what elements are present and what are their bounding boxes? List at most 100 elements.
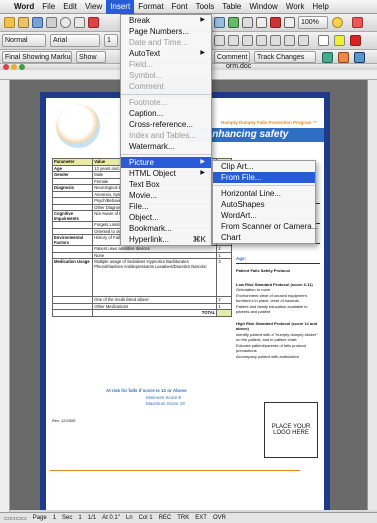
status-page-number: 1 (52, 515, 57, 521)
menu-table[interactable]: Table (218, 0, 245, 14)
help-icon[interactable] (332, 17, 343, 28)
humpty-dumpty-illustration (56, 104, 100, 148)
numbering-icon[interactable] (256, 35, 267, 46)
save-icon[interactable] (32, 17, 43, 28)
menu-separator (213, 185, 315, 186)
accept-change-icon[interactable] (322, 52, 333, 63)
status-ovr[interactable]: OVR (213, 515, 226, 521)
total-cell[interactable] (216, 309, 232, 317)
revision-date: Rev. 12/2005 (52, 418, 76, 423)
reject-change-icon[interactable] (338, 52, 349, 63)
menu-item-file[interactable]: File... (121, 201, 211, 212)
status-bar: ▭▭▭▭ Page 1 Sec 1 1/1 At 0.1" Ln Col 1 R… (0, 512, 377, 523)
picture-submenu: Clip Art... From File... Horizontal Line… (212, 160, 318, 244)
show-button[interactable]: Show (76, 51, 106, 63)
menu-help[interactable]: Help (308, 0, 332, 14)
menu-item-autotext[interactable]: AutoText ▶ (121, 48, 211, 59)
cut-icon[interactable] (88, 17, 99, 28)
menu-view[interactable]: View (81, 0, 106, 14)
show-hide-icon[interactable] (284, 17, 295, 28)
menu-font[interactable]: Font (168, 0, 192, 14)
comment-button[interactable]: Comment (214, 51, 250, 63)
vertical-ruler[interactable] (0, 80, 10, 520)
menu-item-comment[interactable]: Comment (121, 81, 211, 92)
status-ext[interactable]: EXT (195, 515, 207, 521)
menu-file[interactable]: File (38, 0, 59, 14)
align-right-icon[interactable] (228, 35, 239, 46)
total-label: TOTAL (92, 309, 218, 317)
font-select[interactable]: Arial (50, 34, 100, 47)
menu-item-caption[interactable]: Caption... (121, 108, 211, 119)
menu-item-object[interactable]: Object... (121, 212, 211, 223)
menu-item-text-box[interactable]: Text Box (121, 179, 211, 190)
menu-tools[interactable]: Tools (192, 0, 219, 14)
view-buttons[interactable]: ▭▭▭▭ (4, 515, 27, 522)
menu-item-page-numbers[interactable]: Page Numbers... (121, 26, 211, 37)
print-icon[interactable] (46, 17, 57, 28)
indent-icon[interactable] (298, 35, 309, 46)
menu-format[interactable]: Format (134, 0, 167, 14)
app-menu[interactable]: Word (10, 0, 38, 14)
menu-item-footnote[interactable]: Footnote... (121, 97, 211, 108)
send-review-icon[interactable] (354, 52, 365, 63)
menu-item-break[interactable]: Break ▶ (121, 15, 211, 26)
menu-item-picture[interactable]: Picture ▶ (121, 157, 211, 168)
menu-item-chart[interactable]: Chart (213, 232, 315, 243)
apple-menu-icon[interactable] (0, 0, 10, 14)
table-icon[interactable] (214, 17, 225, 28)
font-size-select[interactable]: 1 (104, 34, 118, 47)
menu-window[interactable]: Window (245, 0, 281, 14)
status-trk[interactable]: TRK (177, 515, 189, 521)
spelling-icon[interactable] (74, 17, 85, 28)
print-preview-icon[interactable] (60, 17, 71, 28)
menu-edit[interactable]: Edit (59, 0, 81, 14)
menu-item-symbol[interactable]: Symbol... (121, 70, 211, 81)
excel-icon[interactable] (228, 17, 239, 28)
track-changes-button[interactable]: Track Changes (254, 51, 316, 63)
toolbox-icon[interactable] (352, 17, 363, 28)
menu-item-wordart[interactable]: WordArt... (213, 210, 315, 221)
vertical-scrollbar[interactable] (367, 80, 377, 510)
menu-item-clip-art[interactable]: Clip Art... (213, 161, 315, 172)
menu-item-field[interactable]: Field... (121, 59, 211, 70)
status-page-label: Page (32, 515, 47, 521)
document-map-icon[interactable] (270, 17, 281, 28)
menu-item-html-object[interactable]: HTML Object ▶ (121, 168, 211, 179)
status-rec[interactable]: REC (159, 515, 172, 521)
menu-work[interactable]: Work (282, 0, 309, 14)
menu-item-bookmark[interactable]: Bookmark... (121, 223, 211, 234)
menu-item-movie[interactable]: Movie... (121, 190, 211, 201)
status-at: At 0.1" (102, 515, 120, 521)
border-icon[interactable] (318, 35, 329, 46)
justify-icon[interactable] (242, 35, 253, 46)
menu-item-cross-reference[interactable]: Cross-reference... (121, 119, 211, 130)
drawing-icon[interactable] (256, 17, 267, 28)
open-folder-icon[interactable] (18, 17, 29, 28)
menu-item-index-tables[interactable]: Index and Tables... (121, 130, 211, 141)
menu-item-watermark[interactable]: Watermark... (121, 141, 211, 152)
menu-insert[interactable]: Insert (106, 0, 135, 14)
highlight-icon[interactable] (334, 35, 345, 46)
new-document-icon[interactable] (4, 17, 15, 28)
font-color-icon[interactable] (350, 35, 361, 46)
bullets-icon[interactable] (270, 35, 281, 46)
style-select[interactable]: Normal (2, 34, 46, 47)
document-title: orm.doc (226, 63, 252, 70)
menu-bar: Word File Edit View Insert Format Font T… (0, 0, 377, 14)
status-col: Col 1 (138, 515, 153, 521)
markup-select[interactable]: Final Showing Markup (2, 51, 72, 63)
program-title: Humpty Dumpty Falls Prevention Program ™ (221, 120, 318, 125)
outdent-icon[interactable] (284, 35, 295, 46)
footer-rule (50, 470, 300, 471)
menu-item-scanner-camera[interactable]: From Scanner or Camera... (213, 221, 318, 232)
menu-item-hyperlink[interactable]: Hyperlink... ⌘K (121, 234, 211, 245)
risk-title: At risk for falls if score is 12 or Abov… (106, 388, 187, 393)
logo-placeholder[interactable]: PLACE YOUR LOGO HERE (264, 402, 318, 458)
menu-item-date-time[interactable]: Date and Time... (121, 37, 211, 48)
menu-item-autoshapes[interactable]: AutoShapes (213, 199, 315, 210)
zoom-select[interactable]: 100% (298, 16, 328, 29)
menu-item-horizontal-line[interactable]: Horizontal Line... (213, 188, 315, 199)
columns-icon[interactable] (242, 17, 253, 28)
menu-item-from-file[interactable]: From File... (213, 172, 315, 183)
align-center-icon[interactable] (214, 35, 225, 46)
